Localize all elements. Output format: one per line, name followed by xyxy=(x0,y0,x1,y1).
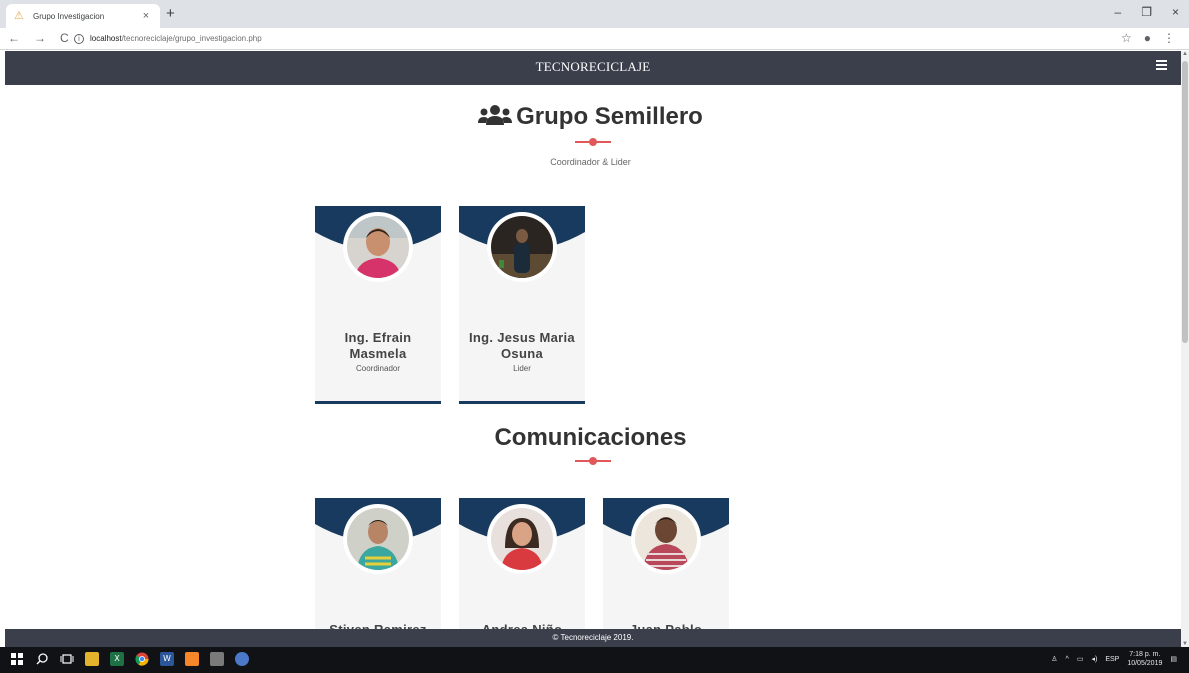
system-tray: ♙ ^ ▭ ◂) ESP 7:18 p. m. 10/05/2019 ▤ xyxy=(1051,650,1177,668)
window-controls: – ❐ × xyxy=(1115,5,1179,19)
member-photo xyxy=(491,216,553,278)
member-card: Ing. Jesus Maria Osuna Lider xyxy=(459,206,585,404)
address-bar: ← → C i localhost/tecnoreciclaje/grupo_i… xyxy=(0,28,1189,50)
url-path: /tecnoreciclaje/grupo_investigacion.php xyxy=(121,34,262,43)
member-name: Ing. Jesus Maria Osuna xyxy=(469,330,575,361)
url-field[interactable]: i localhost/tecnoreciclaje/grupo_investi… xyxy=(74,31,262,46)
minimize-icon[interactable]: – xyxy=(1115,5,1122,19)
browser-tab[interactable]: ⚠ Grupo Investigacion × xyxy=(6,4,160,28)
new-tab-button[interactable]: + xyxy=(166,6,175,22)
tab-title: Grupo Investigacion xyxy=(33,11,105,21)
notifications-icon[interactable]: ▤ xyxy=(1170,655,1177,663)
reload-icon[interactable]: C xyxy=(60,31,69,46)
page-scrollbar[interactable]: ▲ ▼ xyxy=(1181,51,1189,647)
forward-icon[interactable]: → xyxy=(34,31,46,46)
section-divider xyxy=(575,457,611,465)
section-title-comunicaciones: Comunicaciones xyxy=(494,424,687,451)
section-title-text: Grupo Semillero xyxy=(516,103,703,130)
browser-right-icons: ☆ ● ⋮ xyxy=(1121,31,1175,46)
close-window-icon[interactable]: × xyxy=(1172,5,1179,19)
avatar xyxy=(487,212,557,282)
xampp-icon[interactable] xyxy=(185,652,199,666)
word-icon[interactable]: W xyxy=(160,652,174,666)
member-card: Juan Pablo xyxy=(603,498,729,647)
excel-icon[interactable]: X xyxy=(110,652,124,666)
clock-date: 10/05/2019 xyxy=(1127,660,1163,667)
favicon-icon: ⚠ xyxy=(14,10,24,22)
users-icon xyxy=(478,105,513,125)
site-brand[interactable]: TECNORECICLAJE xyxy=(5,59,1181,75)
file-explorer-icon[interactable] xyxy=(85,652,99,666)
member-photo xyxy=(635,508,697,570)
back-icon[interactable]: ← xyxy=(8,31,20,46)
language-indicator[interactable]: ESP xyxy=(1105,656,1119,663)
member-card: Ing. Efrain Masmela Coordinador xyxy=(315,206,441,404)
member-card: Stiven Ramirez xyxy=(315,498,441,647)
paint-icon[interactable] xyxy=(235,652,249,666)
task-view-icon[interactable] xyxy=(60,652,74,666)
chrome-icon[interactable] xyxy=(135,652,149,666)
info-icon[interactable]: i xyxy=(74,33,84,44)
clock-time: 7:18 p. m. xyxy=(1129,651,1161,658)
page-viewport: TECNORECICLAJE Grupo Semillero Coordinad… xyxy=(0,51,1181,647)
people-icon[interactable]: ♙ xyxy=(1051,655,1057,663)
section-subtitle: Coordinador & Lider xyxy=(550,157,631,167)
taskbar-apps: X W xyxy=(10,652,249,666)
app-icon[interactable] xyxy=(210,652,224,666)
scroll-up-icon[interactable]: ▲ xyxy=(1182,51,1188,57)
avatar xyxy=(343,504,413,574)
browser-tabstrip: ⚠ Grupo Investigacion × + – ❐ × xyxy=(0,0,1189,28)
bookmark-star-icon[interactable]: ☆ xyxy=(1121,31,1132,46)
section-divider xyxy=(575,138,611,146)
search-icon[interactable] xyxy=(35,652,49,666)
section-title-semillero: Grupo Semillero xyxy=(0,103,1181,131)
member-role: Lider xyxy=(513,364,531,373)
hamburger-menu-icon[interactable] xyxy=(1156,60,1167,70)
avatar xyxy=(631,504,701,574)
more-menu-icon[interactable]: ⋮ xyxy=(1163,31,1175,46)
url-host: localhost xyxy=(90,34,122,43)
footer-text: © Tecnoreciclaje 2019. xyxy=(552,633,634,642)
member-role: Coordinador xyxy=(355,364,401,373)
network-icon[interactable]: ▭ xyxy=(1077,655,1084,663)
avatar xyxy=(343,212,413,282)
scroll-thumb[interactable] xyxy=(1182,61,1188,343)
url-text: localhost/tecnoreciclaje/grupo_investiga… xyxy=(90,34,262,43)
tray-chevron-icon[interactable]: ^ xyxy=(1066,656,1069,663)
volume-icon[interactable]: ◂) xyxy=(1091,655,1097,663)
member-name: Ing. Efrain Masmela xyxy=(344,330,412,361)
site-footer: © Tecnoreciclaje 2019. xyxy=(5,629,1181,647)
site-navbar: TECNORECICLAJE xyxy=(5,51,1181,85)
member-photo xyxy=(347,216,409,278)
taskbar-clock[interactable]: 7:18 p. m. 10/05/2019 xyxy=(1127,650,1162,668)
os-taskbar: X W ♙ ^ ▭ ◂) ESP 7:18 p. m. 10/05/2019 ▤ xyxy=(0,647,1189,673)
windows-start-icon[interactable] xyxy=(10,652,24,666)
member-card: Andrea Niño xyxy=(459,498,585,647)
member-photo xyxy=(347,508,409,570)
nav-buttons: ← → C xyxy=(8,31,69,46)
restore-icon[interactable]: ❐ xyxy=(1141,5,1152,19)
avatar xyxy=(487,504,557,574)
member-photo xyxy=(491,508,553,570)
account-icon[interactable]: ● xyxy=(1144,31,1151,46)
tab-close-icon[interactable]: × xyxy=(140,10,152,22)
